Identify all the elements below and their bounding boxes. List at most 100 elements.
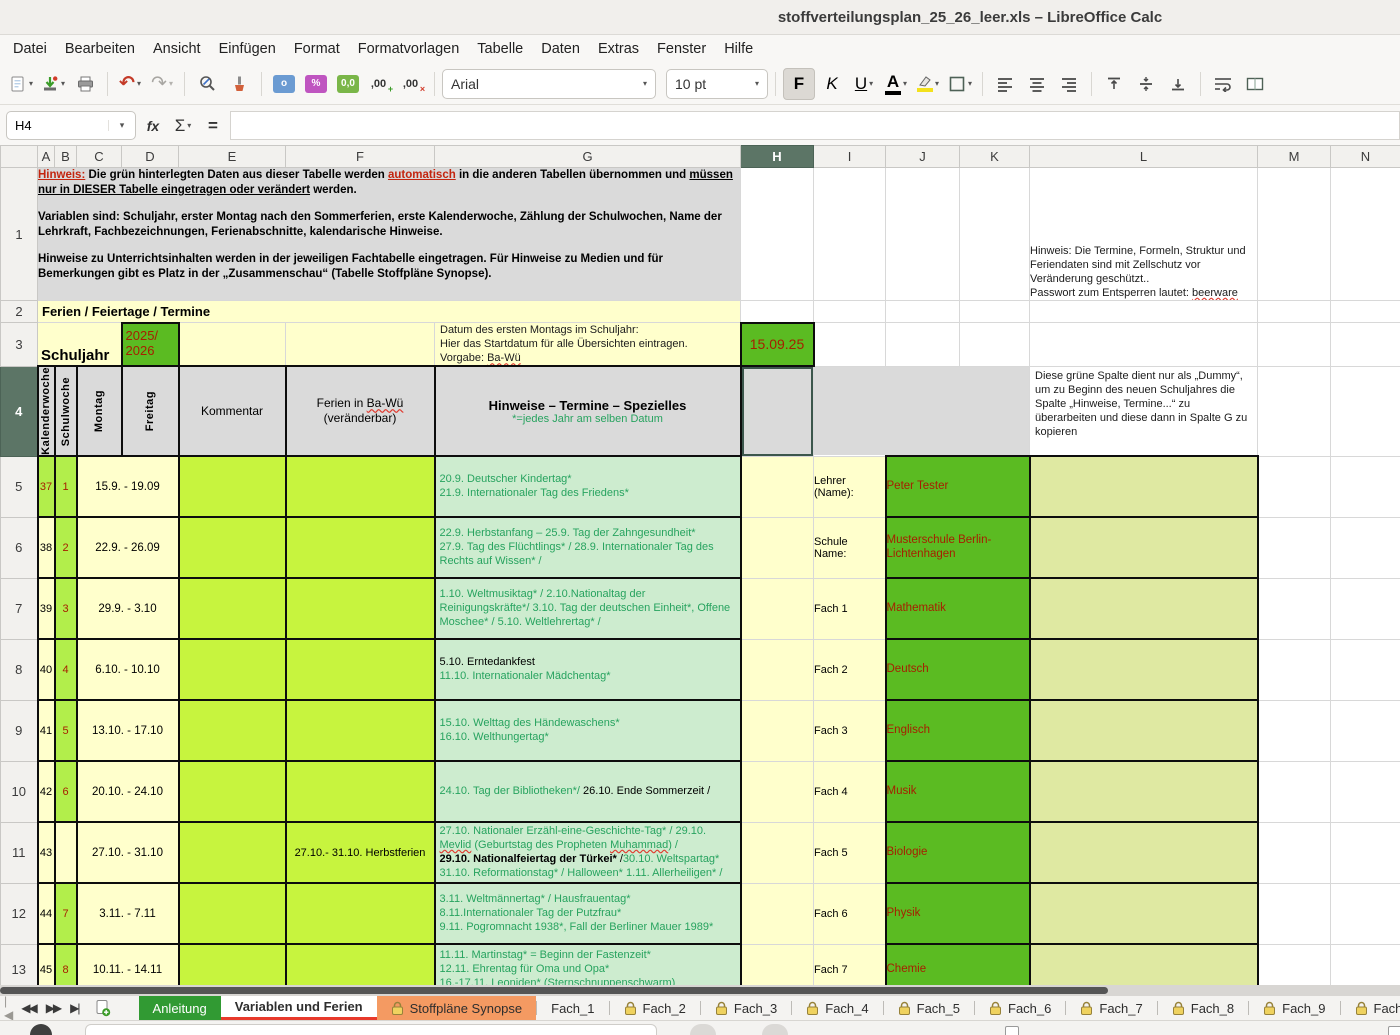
cell-kommentar-11[interactable]	[179, 822, 286, 883]
row-header-3[interactable]: 3	[1, 323, 38, 367]
formula-button[interactable]: =	[200, 113, 226, 139]
align-vcenter-button[interactable]	[1131, 69, 1161, 99]
sheet-tab-fach-2[interactable]: Fach_2	[610, 996, 700, 1020]
cell-side-label-5[interactable]: Lehrer (Name):	[814, 456, 886, 517]
cell-schulwoche-5[interactable]: 1	[55, 456, 77, 517]
cell-ferien-8[interactable]	[286, 639, 435, 700]
menu-item-formatvorlagen[interactable]: Formatvorlagen	[349, 38, 469, 60]
cell-N2[interactable]	[1331, 301, 1400, 323]
row-header-5[interactable]: 5	[1, 456, 38, 517]
cell-hinweise-10[interactable]: 24.10. Tag der Bibliotheken*/ 26.10. End…	[435, 761, 741, 822]
column-header-N[interactable]: N	[1331, 146, 1400, 168]
save-button[interactable]: ▾	[38, 69, 68, 99]
wrap-text-button[interactable]	[1208, 69, 1238, 99]
menu-item-ansicht[interactable]: Ansicht	[144, 38, 210, 60]
cell-side-label-7[interactable]: Fach 1	[814, 578, 886, 639]
cell-ferien-13[interactable]	[286, 944, 435, 985]
sheet-tab-fach-7[interactable]: Fach_7	[1066, 996, 1156, 1020]
italic-button[interactable]: K	[817, 69, 847, 99]
cell-kommentar-12[interactable]	[179, 883, 286, 944]
merge-cells-button[interactable]	[1240, 69, 1270, 99]
sheet-tab-fach-4[interactable]: Fach_4	[792, 996, 882, 1020]
cell-N12[interactable]	[1331, 883, 1400, 944]
cell-J2[interactable]	[886, 301, 960, 323]
cell-dummy-8[interactable]	[1030, 639, 1258, 700]
close-find-button[interactable]	[30, 1024, 52, 1035]
row-header-10[interactable]: 10	[1, 761, 38, 822]
cell-ferien-6[interactable]	[286, 517, 435, 578]
add-decimal-button[interactable]: ,00+	[365, 69, 395, 99]
cell-side-value-8[interactable]: Deutsch	[886, 639, 1030, 700]
cell-dates-13[interactable]: 10.11. - 14.11	[77, 944, 179, 985]
find-next-button[interactable]	[762, 1024, 788, 1035]
cell-kommentar-13[interactable]	[179, 944, 286, 985]
cell-dummy-13[interactable]	[1030, 944, 1258, 985]
print-button[interactable]	[70, 69, 100, 99]
cell-ferien-9[interactable]	[286, 700, 435, 761]
cell-kommentar-5[interactable]	[179, 456, 286, 517]
cell-schulwoche-13[interactable]: 8	[55, 944, 77, 985]
row-header-1[interactable]: 1	[1, 168, 38, 301]
column-header-E[interactable]: E	[179, 146, 286, 168]
cell-K3[interactable]	[960, 323, 1030, 367]
cell-N3[interactable]	[1331, 323, 1400, 367]
cell-M12[interactable]	[1258, 883, 1331, 944]
cell-J3[interactable]	[886, 323, 960, 367]
cell-kalenderwoche-6[interactable]: 38	[38, 517, 55, 578]
cell-L2[interactable]	[1030, 301, 1258, 323]
row-header-2[interactable]: 2	[1, 301, 38, 323]
cell-A2-section-title[interactable]: Ferien / Feiertage / Termine	[38, 301, 741, 323]
cell-M3[interactable]	[1258, 323, 1331, 367]
cell-H6[interactable]	[741, 517, 814, 578]
sheet-tab-anleitung[interactable]: Anleitung	[139, 996, 221, 1020]
cell-hinweise-13[interactable]: 11.11. Martinstag* = Beginn der Fastenze…	[435, 944, 741, 985]
cell-K2[interactable]	[960, 301, 1030, 323]
cell-H8[interactable]	[741, 639, 814, 700]
cell-schulwoche-11[interactable]	[55, 822, 77, 883]
cell-ferien-11[interactable]: 27.10.- 31.10. Herbstferien	[286, 822, 435, 883]
cell-ferien-7[interactable]	[286, 578, 435, 639]
cell-dates-7[interactable]: 29.9. - 3.10	[77, 578, 179, 639]
scrollbar-thumb[interactable]	[0, 987, 1108, 994]
cell-N1[interactable]	[1331, 168, 1400, 301]
cell-M4[interactable]	[1258, 366, 1331, 456]
cell-H10[interactable]	[741, 761, 814, 822]
cell-ferien-5[interactable]	[286, 456, 435, 517]
cell-N8[interactable]	[1331, 639, 1400, 700]
cell-side-value-5[interactable]: Peter Tester	[886, 456, 1030, 517]
align-left-button[interactable]	[990, 69, 1020, 99]
cell-hinweise-8[interactable]: 5.10. Erntedankfest11.10. Internationale…	[435, 639, 741, 700]
cell-M5[interactable]	[1258, 456, 1331, 517]
row-header-11[interactable]: 11	[1, 822, 38, 883]
sheet-tab-fach-10[interactable]: Fach_10	[1341, 996, 1400, 1020]
cell-side-label-10[interactable]: Fach 4	[814, 761, 886, 822]
cell-kalenderwoche-9[interactable]: 41	[38, 700, 55, 761]
cell-L4-dummy-note[interactable]: Diese grüne Spalte dient nur als „Dummy“…	[1030, 366, 1258, 456]
cell-hinweise-9[interactable]: 15.10. Welttag des Händewaschens*16.10. …	[435, 700, 741, 761]
cell-E4-kommentar-header[interactable]: Kommentar	[179, 366, 286, 456]
sheet-tab-fach-8[interactable]: Fach_8	[1158, 996, 1248, 1020]
horizontal-scrollbar[interactable]	[0, 985, 1400, 996]
last-sheet-button[interactable]: ▶|	[70, 1001, 78, 1015]
cell-kalenderwoche-5[interactable]: 37	[38, 456, 55, 517]
cell-dates-5[interactable]: 15.9. - 19.09	[77, 456, 179, 517]
menu-item-fenster[interactable]: Fenster	[648, 38, 715, 60]
row-header-9[interactable]: 9	[1, 700, 38, 761]
chevron-down-icon[interactable]: ▾	[108, 120, 135, 131]
underline-button[interactable]: U▾	[849, 69, 879, 99]
cell-schulwoche-7[interactable]: 3	[55, 578, 77, 639]
column-header-D[interactable]: D	[122, 146, 179, 168]
cell-E3[interactable]	[179, 323, 286, 367]
cell-N7[interactable]	[1331, 578, 1400, 639]
cell-dummy-5[interactable]	[1030, 456, 1258, 517]
cell-D3-schuljahr-value[interactable]: 2025/ 2026	[122, 323, 179, 367]
first-sheet-button[interactable]: |◀	[4, 996, 11, 1020]
cell-G3-start-date-note[interactable]: Datum des ersten Montags im Schuljahr: H…	[435, 323, 741, 367]
row-header-4-selected[interactable]: 4	[1, 366, 38, 456]
cell-H13[interactable]	[741, 944, 814, 985]
column-header-M[interactable]: M	[1258, 146, 1331, 168]
cell-K1[interactable]	[960, 168, 1030, 301]
cell-side-label-6[interactable]: Schule Name:	[814, 517, 886, 578]
highlight-color-button[interactable]: ▾	[913, 69, 943, 99]
cell-H9[interactable]	[741, 700, 814, 761]
